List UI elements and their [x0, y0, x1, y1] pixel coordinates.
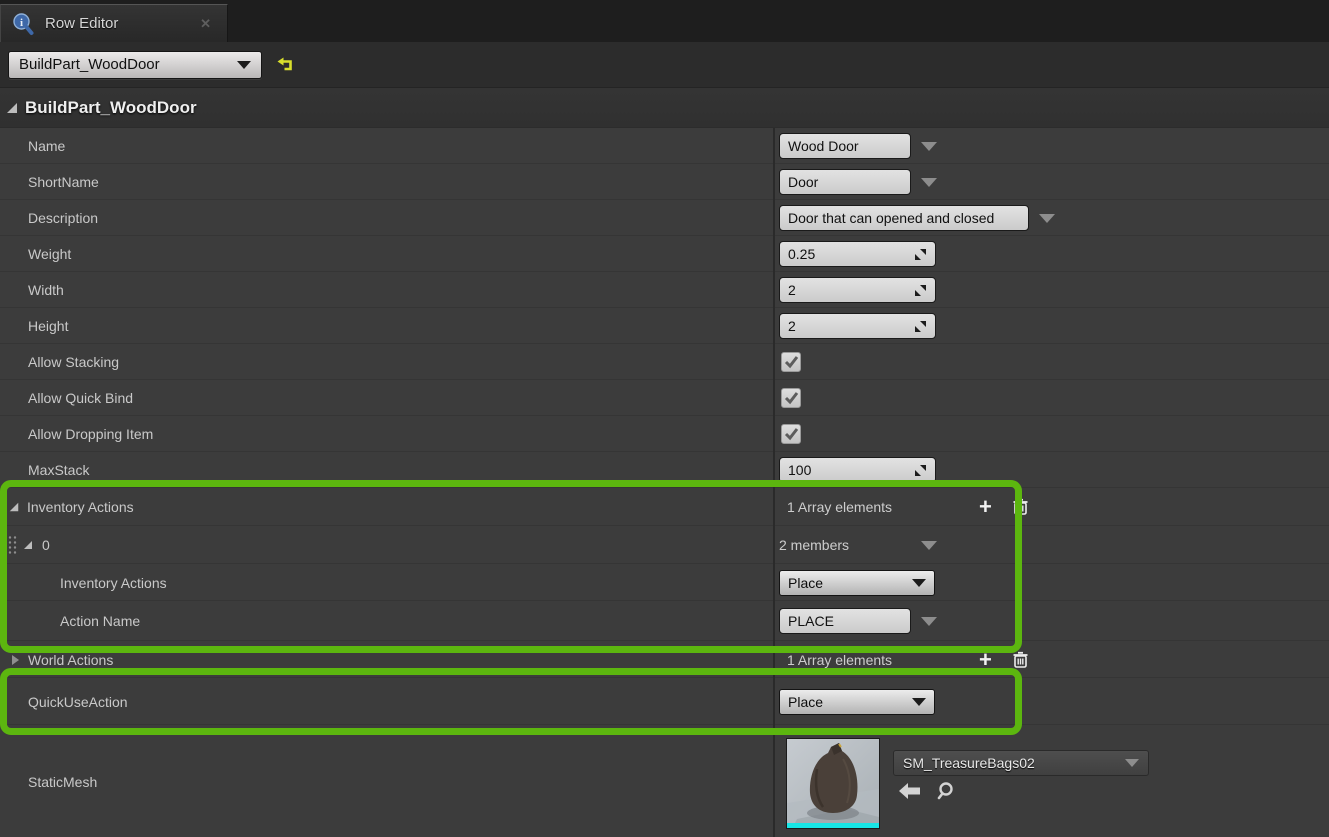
use-selected-asset-button[interactable]	[899, 783, 921, 799]
width-label: Width	[28, 282, 64, 298]
expander-open-icon[interactable]	[24, 541, 32, 549]
shortname-label: ShortName	[28, 174, 99, 190]
action-name-label: Action Name	[60, 613, 141, 629]
chevron-down-icon	[1125, 759, 1139, 767]
search-icon	[937, 782, 953, 800]
quick-use-action-select[interactable]: Place	[779, 688, 935, 715]
chevron-down-icon	[237, 60, 251, 69]
svg-text:i: i	[20, 17, 23, 29]
browse-to-asset-button[interactable]	[937, 781, 957, 801]
static-mesh-label: StaticMesh	[28, 773, 98, 790]
toolbar: BuildPart_WoodDoor	[0, 42, 1329, 88]
numeric-drag-icon[interactable]	[914, 248, 927, 261]
row-static-mesh: StaticMesh SM_TreasureBags02	[0, 725, 1329, 837]
details-panel: BuildPart_WoodDoor Name Wood Door ShortN…	[0, 88, 1329, 837]
name-input[interactable]: Wood Door	[779, 133, 911, 159]
treasure-bag-image	[787, 739, 879, 823]
static-mesh-asset-dropdown[interactable]: SM_TreasureBags02	[893, 750, 1149, 776]
allow-stacking-label: Allow Stacking	[28, 354, 120, 370]
row-quick-use-action: QuickUseAction Place	[0, 678, 1329, 725]
maxstack-label: MaxStack	[28, 462, 90, 478]
allow-stacking-checkbox[interactable]	[781, 352, 801, 372]
inner-inventory-actions-select[interactable]: Place	[779, 569, 935, 596]
check-icon	[784, 356, 799, 369]
row-maxstack: MaxStack 100	[0, 452, 1329, 488]
element-0-dropdown-icon[interactable]	[921, 540, 937, 550]
numeric-drag-icon[interactable]	[914, 284, 927, 297]
row-allow-quick-bind: Allow Quick Bind	[0, 380, 1329, 416]
world-actions-summary: 1 Array elements	[787, 651, 893, 668]
description-label: Description	[28, 210, 99, 226]
add-element-button[interactable]: +	[979, 648, 992, 670]
numeric-drag-icon[interactable]	[914, 464, 927, 477]
allow-dropping-item-checkbox[interactable]	[781, 424, 801, 444]
description-dropdown-icon[interactable]	[1039, 213, 1055, 223]
tab-close-icon[interactable]: ✕	[200, 16, 211, 32]
drag-handle-icon[interactable]	[8, 535, 17, 555]
add-element-button[interactable]: +	[979, 496, 992, 518]
allow-quick-bind-label: Allow Quick Bind	[28, 390, 134, 406]
category-header[interactable]: BuildPart_WoodDoor	[0, 88, 1329, 128]
element-0-summary: 2 members	[779, 537, 850, 553]
expander-open-icon[interactable]	[7, 102, 17, 113]
tab-title: Row Editor	[45, 15, 119, 32]
world-actions-label: World Actions	[28, 651, 114, 668]
row-inventory-actions: Inventory Actions 1 Array elements +	[0, 488, 1329, 526]
category-title: BuildPart_WoodDoor	[25, 97, 197, 117]
row-inner-inventory-actions: Inventory Actions Place	[0, 564, 1329, 601]
row-action-name: Action Name PLACE	[0, 601, 1329, 641]
allow-dropping-item-label: Allow Dropping Item	[28, 426, 154, 442]
row-height: Height 2	[0, 308, 1329, 344]
action-name-dropdown-icon[interactable]	[921, 616, 937, 626]
element-0-label: 0	[42, 537, 50, 553]
trash-icon[interactable]	[1012, 651, 1029, 669]
action-name-input[interactable]: PLACE	[779, 608, 911, 634]
row-description: Description Door that can opened and clo…	[0, 200, 1329, 236]
weight-label: Weight	[28, 246, 72, 262]
name-label: Name	[28, 138, 66, 154]
row-editor-info-icon: i	[13, 12, 34, 35]
arrow-left-icon	[899, 783, 920, 799]
allow-quick-bind-checkbox[interactable]	[781, 388, 801, 408]
expander-closed-icon[interactable]	[12, 654, 19, 665]
weight-input[interactable]: 0.25	[779, 241, 936, 267]
row-selector-value: BuildPart_WoodDoor	[19, 56, 160, 73]
quick-use-action-label: QuickUseAction	[28, 693, 128, 710]
row-weight: Weight 0.25	[0, 236, 1329, 272]
expander-open-icon[interactable]	[9, 502, 19, 512]
reset-arrow-icon	[277, 57, 292, 70]
check-icon	[784, 428, 799, 441]
row-shortname: ShortName Door	[0, 164, 1329, 200]
row-world-actions: World Actions 1 Array elements +	[0, 641, 1329, 678]
check-icon	[784, 392, 799, 405]
trash-icon[interactable]	[1012, 498, 1029, 516]
static-mesh-thumbnail[interactable]	[786, 738, 880, 829]
description-input[interactable]: Door that can opened and closed	[779, 205, 1029, 231]
name-dropdown-icon[interactable]	[921, 141, 937, 151]
row-width: Width 2	[0, 272, 1329, 308]
maxstack-input[interactable]: 100	[779, 457, 936, 483]
height-input[interactable]: 2	[779, 313, 936, 339]
tab-row-editor[interactable]: i Row Editor ✕	[0, 4, 228, 42]
tab-bar: i Row Editor ✕	[0, 0, 1329, 42]
inventory-actions-summary: 1 Array elements	[787, 499, 893, 515]
row-allow-stacking: Allow Stacking	[0, 344, 1329, 380]
thumbnail-accent-strip	[787, 823, 879, 828]
row-selector-dropdown[interactable]: BuildPart_WoodDoor	[8, 50, 262, 79]
shortname-input[interactable]: Door	[779, 169, 911, 195]
height-label: Height	[28, 318, 69, 334]
chevron-down-icon	[912, 697, 926, 706]
row-name: Name Wood Door	[0, 128, 1329, 164]
shortname-dropdown-icon[interactable]	[921, 177, 937, 187]
inventory-actions-label: Inventory Actions	[27, 499, 134, 515]
row-allow-dropping-item: Allow Dropping Item	[0, 416, 1329, 452]
row-array-element-0: 0 2 members	[0, 526, 1329, 564]
numeric-drag-icon[interactable]	[914, 320, 927, 333]
chevron-down-icon	[912, 578, 926, 587]
inner-inventory-actions-label: Inventory Actions	[60, 574, 167, 591]
width-input[interactable]: 2	[779, 277, 936, 303]
reset-to-default-button[interactable]	[276, 55, 296, 75]
